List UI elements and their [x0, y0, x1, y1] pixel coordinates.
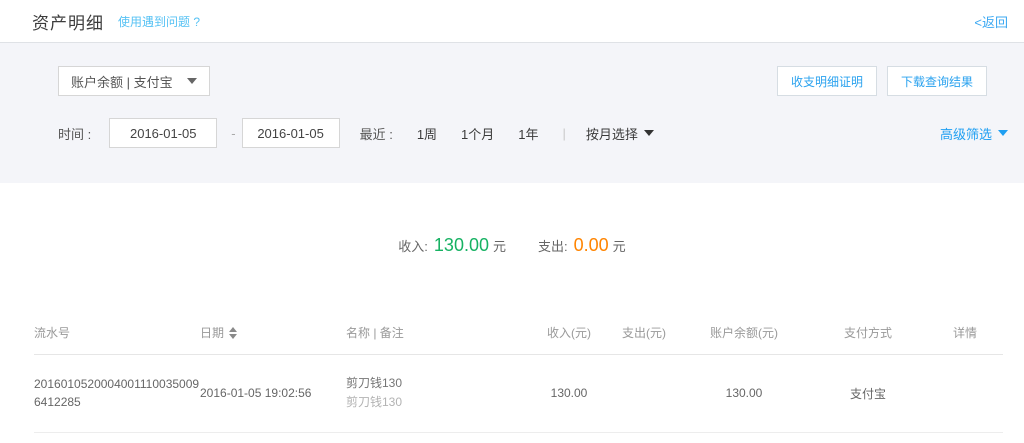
account-select[interactable]: 账户余额 | 支付宝 [58, 66, 210, 96]
cell-expense [609, 354, 679, 432]
income-label: 收入: [398, 236, 428, 255]
account-select-value: 账户余额 | 支付宝 [71, 72, 173, 91]
table-header-row: 流水号 日期 名称 | 备注 收入(元) 支出(元) 账户余额(元) 支付方式 … [34, 312, 1003, 354]
date-from-input[interactable] [109, 118, 217, 148]
expense-unit: 元 [613, 236, 626, 255]
expense-value: 0.00 [574, 235, 609, 256]
chevron-down-icon [187, 78, 197, 84]
recent-label: 最近 : [360, 124, 393, 143]
filter-row-time: 时间 : - 最近 : 1周 1个月 1年 | 按月选择 高级筛选 [0, 118, 1024, 148]
cell-balance: 130.00 [679, 354, 809, 432]
cell-income: 130.00 [529, 354, 609, 432]
range-dash: - [231, 126, 235, 141]
transaction-remark: 剪刀钱130 [346, 393, 529, 412]
month-select-label: 按月选择 [586, 124, 638, 143]
expense-label: 支出: [538, 236, 568, 255]
vertical-divider: | [563, 126, 566, 141]
help-link[interactable]: 使用遇到问题 ? [118, 13, 200, 30]
summary-bar: 收入: 130.00 元 支出: 0.00 元 [0, 235, 1024, 256]
transactions-table: 流水号 日期 名称 | 备注 收入(元) 支出(元) 账户余额(元) 支付方式 … [34, 312, 1003, 433]
cell-date: 2016-01-05 19:02:56 [200, 354, 346, 432]
page-header: 资产明细 使用遇到问题 ? <返回 [0, 0, 1024, 43]
col-header-name-remark: 名称 | 备注 [346, 312, 529, 354]
chevron-down-icon [644, 130, 654, 136]
cell-serial: 20160105200040011100350096412285 [34, 354, 200, 432]
transaction-name: 剪刀钱130 [346, 374, 529, 393]
cell-payment-method: 支付宝 [809, 354, 927, 432]
col-header-detail: 详情 [927, 312, 1003, 354]
quick-range-1week[interactable]: 1周 [417, 124, 437, 143]
month-select[interactable]: 按月选择 [586, 124, 654, 143]
table-row: 20160105200040011100350096412285 2016-01… [34, 354, 1003, 432]
download-results-button[interactable]: 下载查询结果 [887, 66, 987, 96]
col-header-date-label: 日期 [200, 324, 224, 341]
date-to-input[interactable] [242, 118, 340, 148]
back-link[interactable]: <返回 [974, 12, 1008, 31]
quick-range-1year[interactable]: 1年 [518, 124, 538, 143]
certificate-button[interactable]: 收支明细证明 [777, 66, 877, 96]
col-header-date[interactable]: 日期 [200, 312, 346, 354]
advanced-filter[interactable]: 高级筛选 [940, 124, 1008, 143]
cell-detail [927, 354, 1003, 432]
page-title: 资产明细 [32, 9, 104, 34]
advanced-filter-label: 高级筛选 [940, 124, 992, 143]
col-header-balance: 账户余额(元) [679, 312, 809, 354]
col-header-income: 收入(元) [529, 312, 609, 354]
filter-row-account: 账户余额 | 支付宝 收支明细证明 下载查询结果 [0, 43, 1024, 96]
col-header-expense: 支出(元) [609, 312, 679, 354]
col-header-payment-method: 支付方式 [809, 312, 927, 354]
cell-name-remark: 剪刀钱130 剪刀钱130 [346, 354, 529, 432]
income-unit: 元 [493, 236, 506, 255]
filter-section: 账户余额 | 支付宝 收支明细证明 下载查询结果 时间 : - 最近 : 1周 … [0, 43, 1024, 183]
time-label: 时间 : [58, 124, 91, 143]
col-header-serial: 流水号 [34, 312, 200, 354]
sort-icon[interactable] [229, 327, 237, 339]
quick-range-1month[interactable]: 1个月 [461, 124, 494, 143]
chevron-down-icon [998, 130, 1008, 136]
income-value: 130.00 [434, 235, 489, 256]
